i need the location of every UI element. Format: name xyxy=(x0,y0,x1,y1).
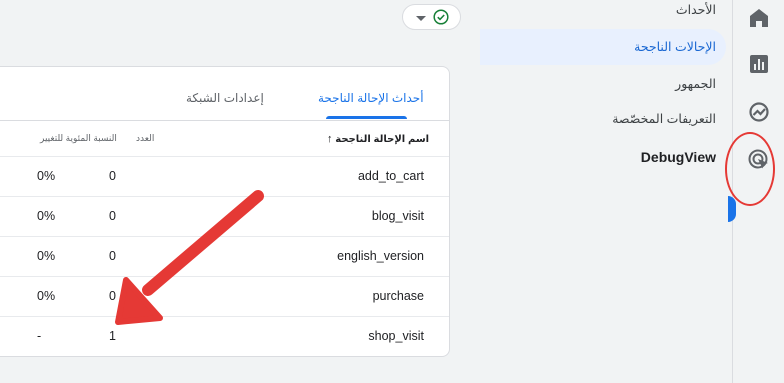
conversion-pct: 0% xyxy=(37,289,56,303)
divider xyxy=(0,156,449,157)
conversion-pct: - xyxy=(37,329,42,343)
conversion-count: 0 xyxy=(109,169,116,183)
home-icon[interactable] xyxy=(747,6,771,30)
explore-icon[interactable] xyxy=(747,100,771,124)
tab-conversion-events[interactable]: أحداث الإحالة الناجحة xyxy=(318,91,424,105)
conversion-name: shop_visit xyxy=(368,329,424,343)
divider xyxy=(0,196,449,197)
property-selector[interactable] xyxy=(402,4,461,30)
conversion-count: 0 xyxy=(109,209,116,223)
divider xyxy=(0,236,449,237)
reports-icon[interactable] xyxy=(747,52,771,76)
annotation-circle xyxy=(725,132,775,206)
nav-item-conversions[interactable]: الإحالات الناجحة xyxy=(480,29,726,65)
nav-item-debugview[interactable]: DebugView xyxy=(480,139,726,175)
conversion-name: blog_visit xyxy=(371,209,424,223)
scroll-indicator xyxy=(728,196,736,222)
tab-network-settings[interactable]: إعدادات الشبكة xyxy=(186,91,264,105)
caret-down-icon xyxy=(416,16,426,21)
conversions-card: أحداث الإحالة الناجحة إعدادات الشبكة اسم… xyxy=(0,66,450,357)
conversion-name: purchase xyxy=(372,289,424,303)
column-header-name-label: اسم الإحالة الناجحة xyxy=(335,134,430,145)
conversion-name: english_version xyxy=(337,249,424,263)
conversion-pct: 0% xyxy=(37,169,56,183)
active-tab-indicator xyxy=(326,116,407,119)
column-header-pct[interactable]: النسبة المئوية للتغيير xyxy=(40,133,117,144)
divider xyxy=(0,316,449,317)
nav-item-audiences[interactable]: الجمهور xyxy=(480,66,726,102)
conversion-name: add_to_cart xyxy=(357,169,424,183)
column-header-count[interactable]: العدد xyxy=(136,133,154,144)
conversion-count: 1 xyxy=(109,329,116,343)
nav-item-custom-definitions[interactable]: التعريفات المخصّصة xyxy=(480,101,726,137)
nav-item-events[interactable]: الأحداث xyxy=(480,0,726,28)
conversion-pct: 0% xyxy=(37,249,56,263)
conversion-count: 0 xyxy=(109,249,116,263)
divider xyxy=(0,120,449,121)
sort-arrow-icon: ↑ xyxy=(327,133,333,145)
conversion-pct: 0% xyxy=(37,209,56,223)
column-header-name[interactable]: اسم الإحالة الناجحة ↑ xyxy=(327,133,429,145)
check-circle-icon xyxy=(433,9,449,25)
divider xyxy=(0,276,449,277)
conversion-count: 0 xyxy=(109,289,116,303)
